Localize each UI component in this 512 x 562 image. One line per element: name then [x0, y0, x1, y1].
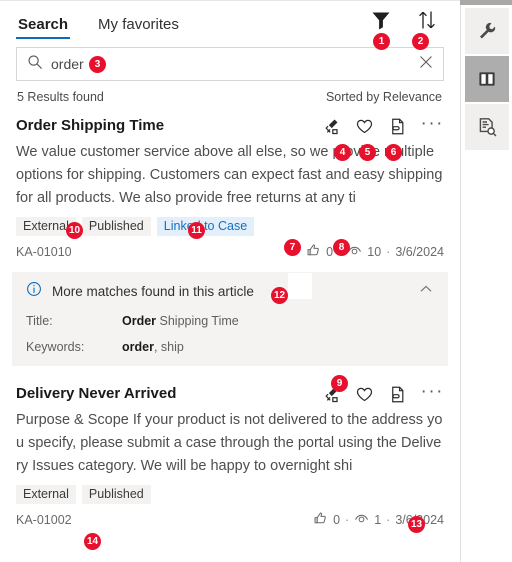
right-rail: [460, 0, 512, 562]
more-matches-header[interactable]: More matches found in this article: [26, 281, 434, 302]
tab-my-favorites[interactable]: My favorites: [96, 17, 181, 39]
sort-icon[interactable]: [416, 9, 438, 31]
wrench-icon: [476, 20, 498, 42]
match-rest: Shipping Time: [156, 314, 239, 328]
more-options-icon[interactable]: ···: [421, 114, 444, 135]
cursor-artifact: [288, 273, 312, 299]
match-field-value: Order Shipping Time: [122, 314, 239, 328]
tab-search[interactable]: Search: [16, 17, 71, 39]
article-header: Delivery Never Arrived ···: [16, 382, 444, 404]
match-highlight: order: [122, 340, 154, 354]
heart-icon[interactable]: [355, 117, 374, 136]
status-badge: Published: [81, 217, 151, 236]
annotation-badge-5: 5: [359, 144, 376, 161]
article-date: 3/6/2024: [395, 245, 444, 259]
separator-dot: ·: [345, 513, 350, 527]
match-highlight: Order: [122, 314, 157, 328]
annotation-badge-7: 7: [284, 239, 301, 256]
article-tag-row: External Published: [16, 485, 444, 504]
annotation-badge-13: 13: [408, 516, 425, 533]
match-rest: , ship: [153, 340, 184, 354]
info-icon: [26, 281, 52, 302]
annotation-badge-14: 14: [84, 533, 101, 550]
annotation-badge-1: 1: [373, 33, 390, 50]
knowledge-search-panel: Search My favorites order 5 Results foun…: [0, 0, 512, 562]
annotation-badge-9: 9: [331, 375, 348, 392]
article-title[interactable]: Delivery Never Arrived: [16, 384, 322, 404]
copy-link-icon[interactable]: [388, 385, 407, 404]
match-field-label: Keywords:: [26, 340, 85, 354]
status-badge: External: [16, 485, 76, 504]
annotation-badge-12: 12: [271, 287, 288, 304]
more-match-row: Title: Order Shipping Time: [26, 314, 434, 328]
document-search-icon: [476, 116, 498, 138]
article-footer: KA-01010 0 ·: [16, 243, 444, 261]
annotation-badge-4: 4: [334, 144, 351, 161]
results-summary: 5 Results found Sorted by Relevance: [0, 81, 460, 104]
views-icon: [354, 511, 369, 529]
article-snippet: Purpose & Scope If your product is not d…: [16, 412, 443, 474]
view-count: 10: [367, 245, 382, 259]
article-number: KA-01010: [16, 245, 72, 259]
article-number: KA-01002: [16, 513, 72, 527]
more-options-icon[interactable]: ···: [421, 382, 444, 403]
search-container: order: [0, 39, 460, 81]
thumbs-up-icon: [313, 511, 328, 529]
book-icon: [476, 68, 498, 90]
more-matches-panel: More matches found in this article Title…: [12, 272, 448, 366]
search-icon: [27, 54, 51, 75]
article-footer: KA-01002 0 · 1 ·: [16, 511, 444, 529]
rail-item-knowledge[interactable]: [464, 56, 509, 102]
linked-to-case-badge: Linked to Case: [156, 217, 255, 236]
results-count: 5 Results found: [17, 90, 104, 104]
like-count: 0: [333, 513, 341, 527]
close-icon[interactable]: [417, 53, 435, 76]
copy-link-icon[interactable]: [388, 117, 407, 136]
chevron-up-icon[interactable]: [418, 281, 434, 302]
filter-icon[interactable]: [370, 9, 392, 31]
main-panel: Search My favorites order 5 Results foun…: [0, 0, 460, 562]
article-header: Order Shipping Time ···: [16, 114, 444, 136]
thumbs-up-icon: [306, 243, 321, 261]
article-action-group: ···: [322, 114, 444, 136]
rail-item-article-search[interactable]: [464, 104, 509, 150]
annotation-badge-10: 10: [66, 222, 83, 239]
status-badge: Published: [81, 485, 151, 504]
annotation-badge-2: 2: [412, 33, 429, 50]
annotation-badge-8: 8: [333, 239, 350, 256]
article-stats: 0 · 10 · 3/6/2024: [306, 243, 444, 261]
article-card: Delivery Never Arrived ··· Purpose & Sco…: [0, 366, 460, 529]
article-snippet: We value customer service above all else…: [16, 144, 443, 206]
header-icon-group: [370, 9, 438, 31]
article-title[interactable]: Order Shipping Time: [16, 116, 322, 136]
view-count: 1: [374, 513, 382, 527]
search-input[interactable]: order: [16, 47, 444, 81]
annotation-badge-11: 11: [188, 222, 205, 239]
separator-dot: ·: [386, 513, 391, 527]
sort-label[interactable]: Sorted by Relevance: [326, 90, 442, 104]
annotation-badge-6: 6: [385, 144, 402, 161]
match-field-value: order, ship: [122, 340, 184, 354]
rail-item-tools[interactable]: [464, 8, 509, 54]
separator-dot: ·: [386, 245, 391, 259]
unlink-icon[interactable]: [322, 117, 341, 136]
match-field-label: Title:: [26, 314, 53, 328]
annotation-badge-3: 3: [89, 56, 106, 73]
heart-icon[interactable]: [355, 385, 374, 404]
more-matches-title: More matches found in this article: [52, 284, 254, 299]
more-match-row: Keywords: order, ship: [26, 340, 434, 354]
